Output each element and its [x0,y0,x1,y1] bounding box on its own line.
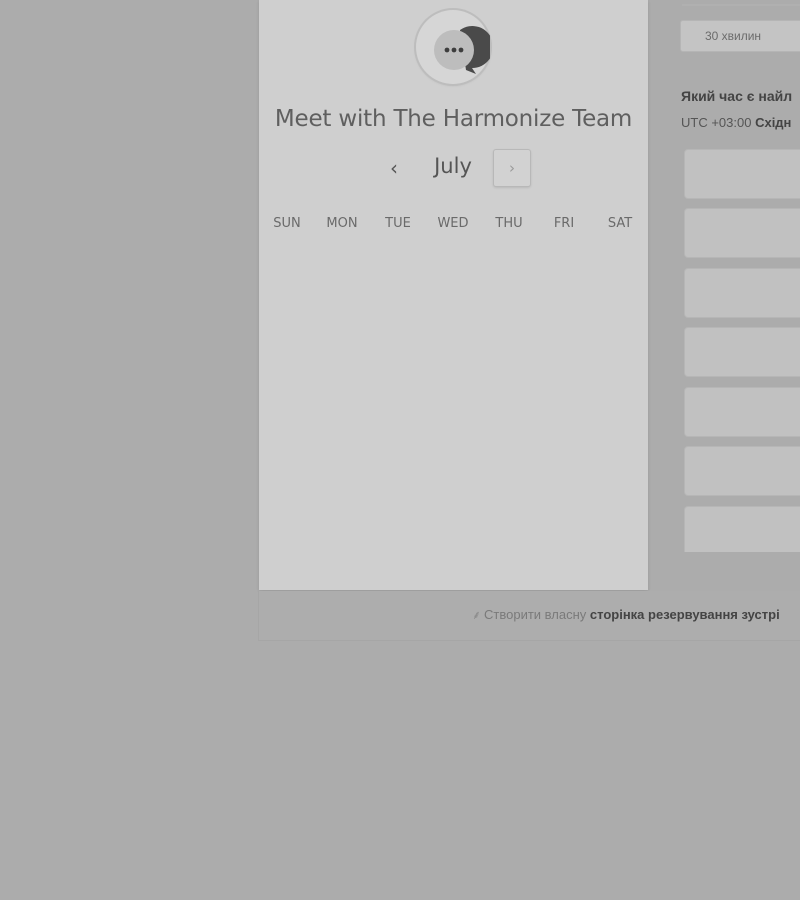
weekday-fri: FRI [553,216,575,231]
weekday-mon: MON [326,216,358,231]
timezone-selector[interactable]: UTC +03:00 Східн [681,115,791,130]
timezone-offset: UTC +03:00 [681,115,752,130]
weekday-sun: SUN [273,216,301,231]
month-navigation: ‹ July › [259,148,648,190]
time-slot[interactable] [684,268,800,318]
time-slot[interactable] [684,208,800,258]
weekday-wed: WED [437,216,469,231]
weekday-sat: SAT [607,216,633,231]
calendar-card [259,0,648,590]
time-slot[interactable] [684,149,800,199]
time-slot[interactable] [684,506,800,552]
month-label: July [434,154,472,178]
weekday-thu: THU [495,216,523,231]
weekday-tue: TUE [385,216,411,231]
create-meetings-page-link[interactable]: ⸙ Створити власну сторінка резервування з… [472,606,780,623]
timezone-name: Східн [755,115,792,130]
footer-prefix: Створити власну [484,607,587,622]
time-slot[interactable] [684,327,800,377]
company-logo [416,10,490,84]
next-month-button[interactable]: › [493,149,531,187]
prev-month-button[interactable]: ‹ [382,152,406,184]
time-slot[interactable] [684,387,800,437]
time-slot[interactable] [684,446,800,496]
duration-30-button[interactable]: 30 хвилин [680,20,786,52]
footer-link-text: сторінка резервування зустрі [589,607,780,622]
time-question: Який час є найл [681,88,793,104]
weekday-header: SUN MON TUE WED THU FRI SAT [259,216,648,236]
chat-bubble-icon [434,26,490,74]
divider [682,0,800,6]
meeting-title: Meet with The Harmonize Team [274,106,633,132]
sprocket-icon: ⸙ [472,608,482,622]
duration-option-button[interactable] [785,20,800,52]
